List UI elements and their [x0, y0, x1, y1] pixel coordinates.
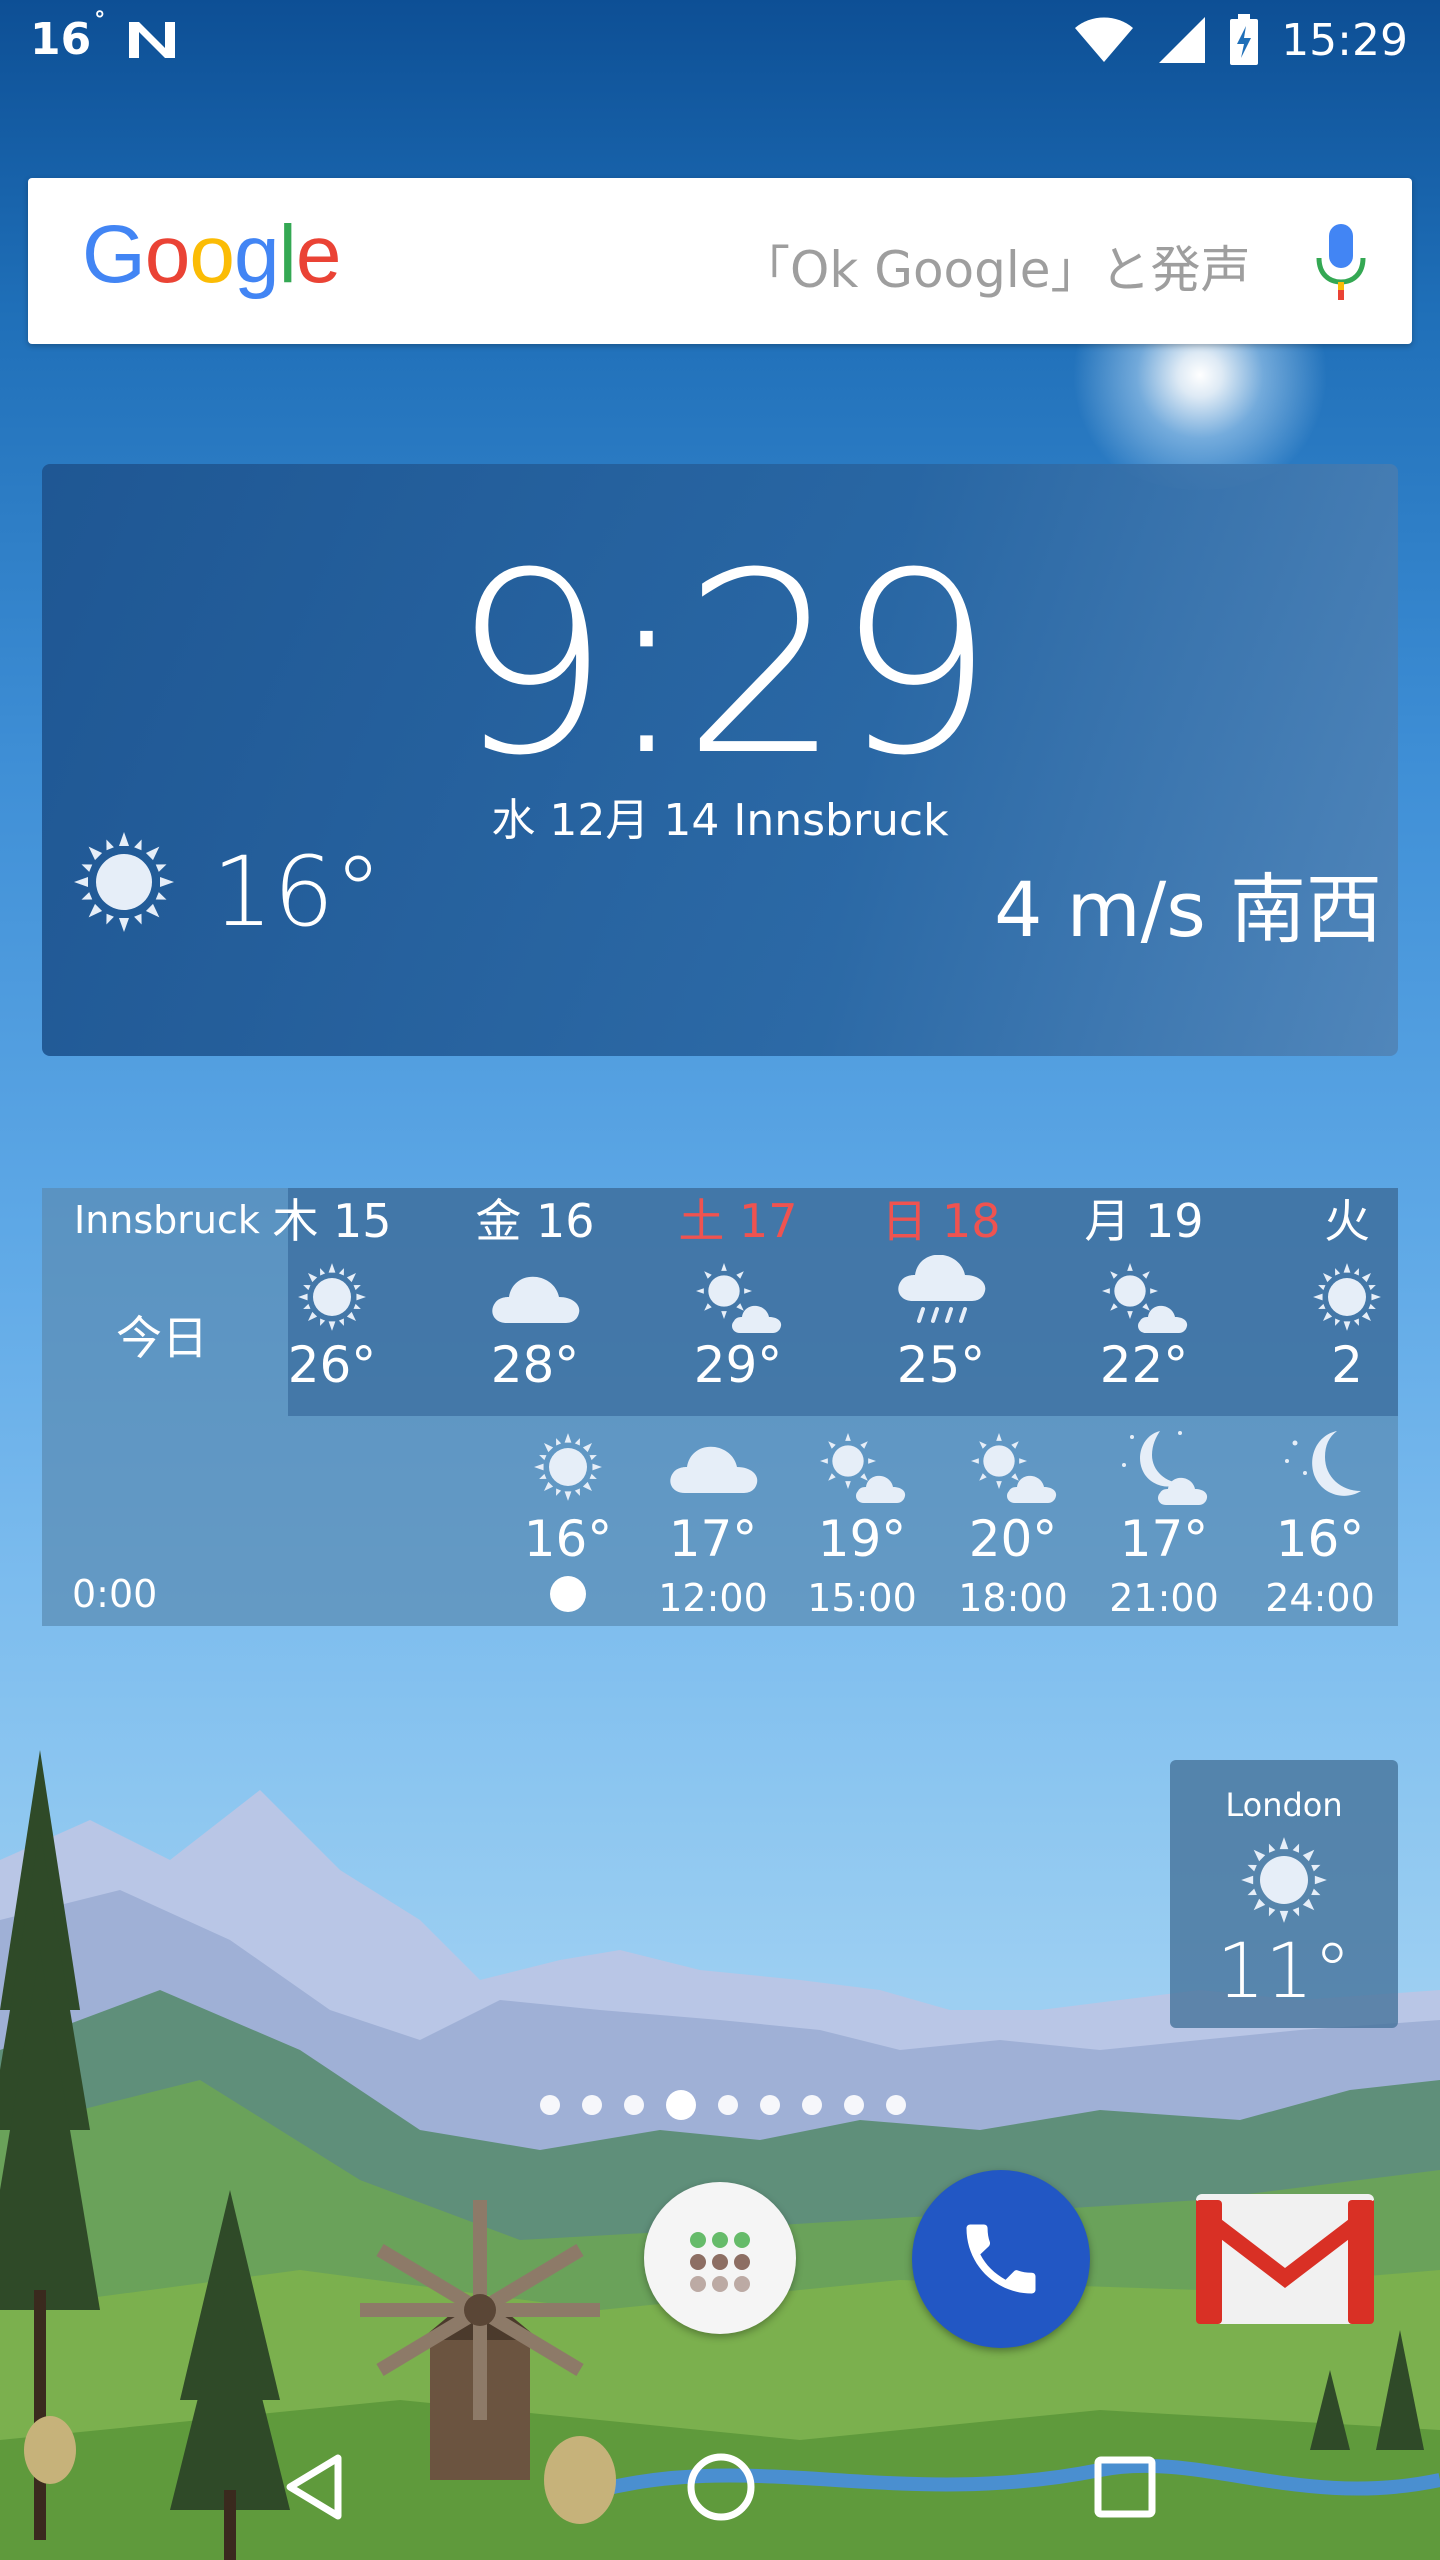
status-time: 15:29 — [1281, 14, 1408, 66]
hour-temperature: 19° — [817, 1510, 907, 1568]
forecast-hour[interactable]: 17° 12:00 — [643, 1424, 783, 1620]
sun-cloud-icon — [1102, 1263, 1188, 1333]
current-hour-indicator — [550, 1576, 586, 1612]
hour-temperature: 17° — [1119, 1510, 1209, 1568]
forecast-hour[interactable]: 20° 18:00 — [943, 1424, 1083, 1620]
gmail-icon[interactable] — [1196, 2194, 1374, 2324]
london-weather-widget[interactable]: London 11° — [1170, 1760, 1398, 2028]
day-temperature: 28° — [490, 1336, 580, 1394]
search-hint: 「Ok Google」と発声 — [740, 241, 1251, 299]
day-temperature: 2 — [1331, 1336, 1363, 1394]
page-dot[interactable] — [718, 2095, 738, 2115]
day-label: 月 19 — [1084, 1194, 1204, 1248]
cloud-icon — [492, 1276, 580, 1323]
hour-label: 24:00 — [1265, 1576, 1375, 1620]
recents-icon[interactable] — [1080, 2442, 1170, 2532]
wifi-icon — [1075, 17, 1134, 62]
forecast-day[interactable]: 土 17 29° — [648, 1188, 828, 1394]
wind-info: 4 m/s 南西 — [994, 865, 1382, 954]
navigation-bar — [0, 2400, 1440, 2560]
sun-icon — [1313, 1263, 1381, 1331]
sun-icon — [534, 1433, 602, 1501]
london-city: London — [1225, 1786, 1343, 1824]
hour-temperature: 16° — [1275, 1510, 1365, 1568]
clock-time: 9:29 — [451, 519, 994, 810]
back-icon[interactable] — [270, 2442, 360, 2532]
cloud-icon — [670, 1446, 758, 1493]
hour-temperature: 20° — [968, 1510, 1058, 1568]
page-dot[interactable] — [760, 2095, 780, 2115]
moon-cloud-icon — [1122, 1431, 1208, 1505]
page-dot[interactable] — [802, 2095, 822, 2115]
mic-icon[interactable] — [1313, 222, 1369, 302]
day-label: 土 17 — [678, 1194, 798, 1248]
home-icon[interactable] — [676, 2442, 766, 2532]
clock-weather-widget[interactable]: 9:29 水 12月 14 Innsbruck 16° 4 m/s 南西 — [42, 464, 1398, 1056]
hour-label: 15:00 — [807, 1576, 917, 1620]
google-logo: Google — [82, 209, 341, 300]
page-dot[interactable] — [886, 2095, 906, 2115]
hour-label: 18:00 — [958, 1576, 1068, 1620]
page-dot[interactable] — [624, 2095, 644, 2115]
day-label: 木 15 — [272, 1194, 392, 1248]
page-dot[interactable] — [582, 2095, 602, 2115]
page-indicator — [540, 2090, 906, 2120]
hour-label-midnight: 0:00 — [72, 1572, 158, 1616]
status-bar: 16 ° 15:29 — [0, 0, 1440, 84]
sun-cloud-icon — [696, 1263, 782, 1333]
sun-cloud-icon — [820, 1433, 906, 1503]
day-temperature: 26° — [287, 1336, 377, 1394]
sun-icon — [1241, 1837, 1327, 1923]
battery-charging-icon — [1230, 14, 1259, 65]
forecast-widget[interactable]: Innsbruck 今日 木 15 26° 金 16 28° 土 17 29° 日 18 25… — [42, 1188, 1398, 1626]
forecast-city: Innsbruck — [74, 1198, 260, 1242]
hour-temperature: 17° — [668, 1510, 758, 1568]
status-temperature: 16 ° — [30, 8, 106, 65]
london-temperature: 11° — [1216, 1926, 1352, 2015]
forecast-hour[interactable]: 16° — [498, 1424, 638, 1612]
day-temperature: 29° — [693, 1336, 783, 1394]
forecast-day[interactable]: 火2 — [1257, 1188, 1398, 1394]
day-temperature: 25° — [896, 1336, 986, 1394]
day-label: 火 — [1324, 1194, 1370, 1248]
forecast-hour[interactable]: 17° 21:00 — [1094, 1424, 1234, 1620]
google-search-bar[interactable]: Google 「Ok Google」と発声 — [28, 178, 1412, 344]
sun-cloud-icon — [971, 1433, 1057, 1503]
n-notification-icon — [129, 21, 176, 58]
signal-icon — [1159, 17, 1206, 63]
page-dot[interactable] — [666, 2090, 696, 2120]
phone-icon[interactable] — [912, 2170, 1090, 2348]
forecast-day[interactable]: 月 19 22° — [1054, 1188, 1234, 1394]
forecast-day[interactable]: 木 15 26° — [242, 1188, 422, 1394]
hour-temperature: 16° — [523, 1510, 613, 1568]
hour-label: 21:00 — [1109, 1576, 1219, 1620]
sun-icon — [74, 832, 174, 932]
day-label: 金 16 — [475, 1194, 595, 1248]
forecast-day[interactable]: 日 18 25° — [851, 1188, 1031, 1394]
current-temperature: 16° — [212, 836, 383, 948]
day-temperature: 22° — [1099, 1336, 1189, 1394]
hour-label: 12:00 — [658, 1576, 768, 1620]
moon-icon — [1285, 1431, 1361, 1496]
page-dot[interactable] — [540, 2095, 560, 2115]
today-label: 今日 — [116, 1311, 208, 1365]
day-label: 日 18 — [881, 1194, 1001, 1248]
sun-icon — [298, 1263, 366, 1331]
page-dot[interactable] — [844, 2095, 864, 2115]
rain-icon — [898, 1255, 986, 1323]
app-drawer-icon[interactable] — [644, 2182, 796, 2334]
forecast-hour[interactable]: 16° 24:00 — [1250, 1424, 1390, 1620]
forecast-day[interactable]: 金 16 28° — [445, 1188, 625, 1394]
forecast-hour[interactable]: 19° 15:00 — [792, 1424, 932, 1620]
